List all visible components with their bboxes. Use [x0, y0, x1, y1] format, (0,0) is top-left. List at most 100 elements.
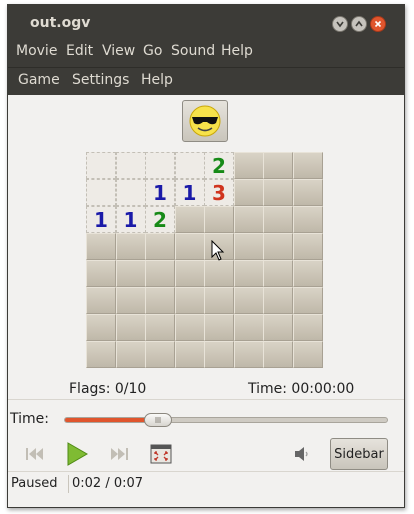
seek-slider[interactable] — [64, 413, 388, 427]
hidden-cell[interactable] — [292, 260, 323, 287]
hidden-cell[interactable] — [115, 233, 146, 260]
hidden-cell[interactable] — [86, 233, 116, 260]
hidden-cell[interactable] — [86, 260, 116, 287]
flags-counter: Flags: 0/10 — [69, 381, 147, 397]
hidden-cell[interactable] — [233, 287, 264, 314]
menu-movie[interactable]: Movie — [16, 43, 57, 59]
hidden-cell[interactable] — [263, 179, 293, 206]
playback-position: 0:02 / 0:07 — [72, 476, 144, 491]
number-cell[interactable]: 1 — [115, 206, 146, 233]
hidden-cell[interactable] — [292, 152, 323, 179]
number-cell[interactable]: 2 — [145, 206, 175, 233]
hidden-cell[interactable] — [204, 260, 234, 287]
revealed-cell[interactable] — [115, 179, 146, 206]
hidden-cell[interactable] — [263, 314, 293, 341]
hidden-cell[interactable] — [115, 287, 146, 314]
number-cell[interactable]: 1 — [86, 206, 116, 233]
new-game-button[interactable] — [182, 100, 228, 142]
hidden-cell[interactable] — [233, 233, 264, 260]
hidden-cell[interactable] — [86, 314, 116, 341]
hidden-cell[interactable] — [263, 233, 293, 260]
maximize-button[interactable] — [351, 16, 367, 32]
hidden-cell[interactable] — [174, 260, 205, 287]
grip-icon — [155, 417, 161, 423]
statusbar: Paused 0:02 / 0:07 — [8, 471, 404, 495]
hidden-cell[interactable] — [292, 179, 323, 206]
hidden-cell[interactable] — [204, 233, 234, 260]
hidden-cell[interactable] — [86, 287, 116, 314]
hidden-cell[interactable] — [174, 206, 205, 233]
hidden-cell[interactable] — [86, 341, 116, 368]
hidden-cell[interactable] — [204, 341, 234, 368]
play-icon — [67, 442, 88, 466]
hidden-cell[interactable] — [263, 206, 293, 233]
fullscreen-icon — [150, 444, 172, 464]
hidden-cell[interactable] — [145, 233, 175, 260]
menu-game-help[interactable]: Help — [141, 72, 173, 88]
hidden-cell[interactable] — [233, 260, 264, 287]
number-cell[interactable]: 1 — [145, 179, 175, 206]
hidden-cell[interactable] — [174, 287, 205, 314]
menu-go[interactable]: Go — [143, 43, 162, 59]
hidden-cell[interactable] — [204, 206, 234, 233]
hidden-cell[interactable] — [292, 341, 323, 368]
titlebar[interactable]: out.ogv — [8, 5, 404, 39]
sidebar-button[interactable]: Sidebar — [330, 438, 388, 470]
menu-settings[interactable]: Settings — [72, 72, 129, 88]
hidden-cell[interactable] — [292, 233, 323, 260]
hidden-cell[interactable] — [145, 287, 175, 314]
hidden-cell[interactable] — [204, 287, 234, 314]
maximize-icon — [355, 20, 363, 27]
hidden-cell[interactable] — [292, 206, 323, 233]
hidden-cell[interactable] — [263, 287, 293, 314]
volume-button[interactable] — [292, 440, 314, 468]
number-cell[interactable]: 3 — [204, 179, 234, 206]
hidden-cell[interactable] — [115, 341, 146, 368]
hidden-cell[interactable] — [292, 314, 323, 341]
hidden-cell[interactable] — [292, 287, 323, 314]
hidden-cell[interactable] — [263, 341, 293, 368]
hidden-cell[interactable] — [145, 341, 175, 368]
hidden-cell[interactable] — [115, 314, 146, 341]
menu-game[interactable]: Game — [18, 72, 60, 88]
hidden-cell[interactable] — [204, 314, 234, 341]
previous-button[interactable] — [22, 440, 48, 468]
hidden-cell[interactable] — [233, 179, 264, 206]
hidden-cell[interactable] — [174, 233, 205, 260]
hidden-cell[interactable] — [263, 260, 293, 287]
seek-handle[interactable] — [144, 413, 173, 427]
revealed-cell[interactable] — [115, 152, 146, 179]
hidden-cell[interactable] — [174, 341, 205, 368]
minimize-button[interactable] — [332, 16, 348, 32]
window-title: out.ogv — [30, 15, 91, 31]
menu-help[interactable]: Help — [221, 43, 253, 59]
hidden-cell[interactable] — [115, 260, 146, 287]
fullscreen-button[interactable] — [148, 440, 174, 468]
hidden-cell[interactable] — [145, 314, 175, 341]
hidden-cell[interactable] — [145, 260, 175, 287]
hidden-cell[interactable] — [233, 152, 264, 179]
hidden-cell[interactable] — [263, 152, 293, 179]
play-button[interactable] — [62, 440, 92, 468]
number-cell[interactable]: 2 — [204, 152, 234, 179]
hidden-cell[interactable] — [233, 206, 264, 233]
close-button[interactable] — [370, 16, 386, 32]
hidden-cell[interactable] — [233, 341, 264, 368]
minimize-icon — [336, 21, 344, 28]
hidden-cell[interactable] — [174, 314, 205, 341]
game-timer: Time: 00:00:00 — [248, 381, 355, 397]
menu-edit[interactable]: Edit — [66, 43, 93, 59]
time-label: Time: — [10, 411, 49, 427]
hidden-cell[interactable] — [233, 314, 264, 341]
revealed-cell[interactable] — [174, 152, 205, 179]
menu-view[interactable]: View — [102, 43, 135, 59]
menu-sound[interactable]: Sound — [171, 43, 215, 59]
revealed-cell[interactable] — [145, 152, 175, 179]
revealed-cell[interactable] — [86, 179, 116, 206]
cool-smiley-icon — [189, 105, 221, 137]
number-cell[interactable]: 1 — [174, 179, 205, 206]
revealed-cell[interactable] — [86, 152, 116, 179]
skip-back-icon — [26, 448, 43, 460]
next-button[interactable] — [106, 440, 132, 468]
totem-window: out.ogv Movie Edit View Go Sound Help Ga… — [7, 4, 405, 508]
